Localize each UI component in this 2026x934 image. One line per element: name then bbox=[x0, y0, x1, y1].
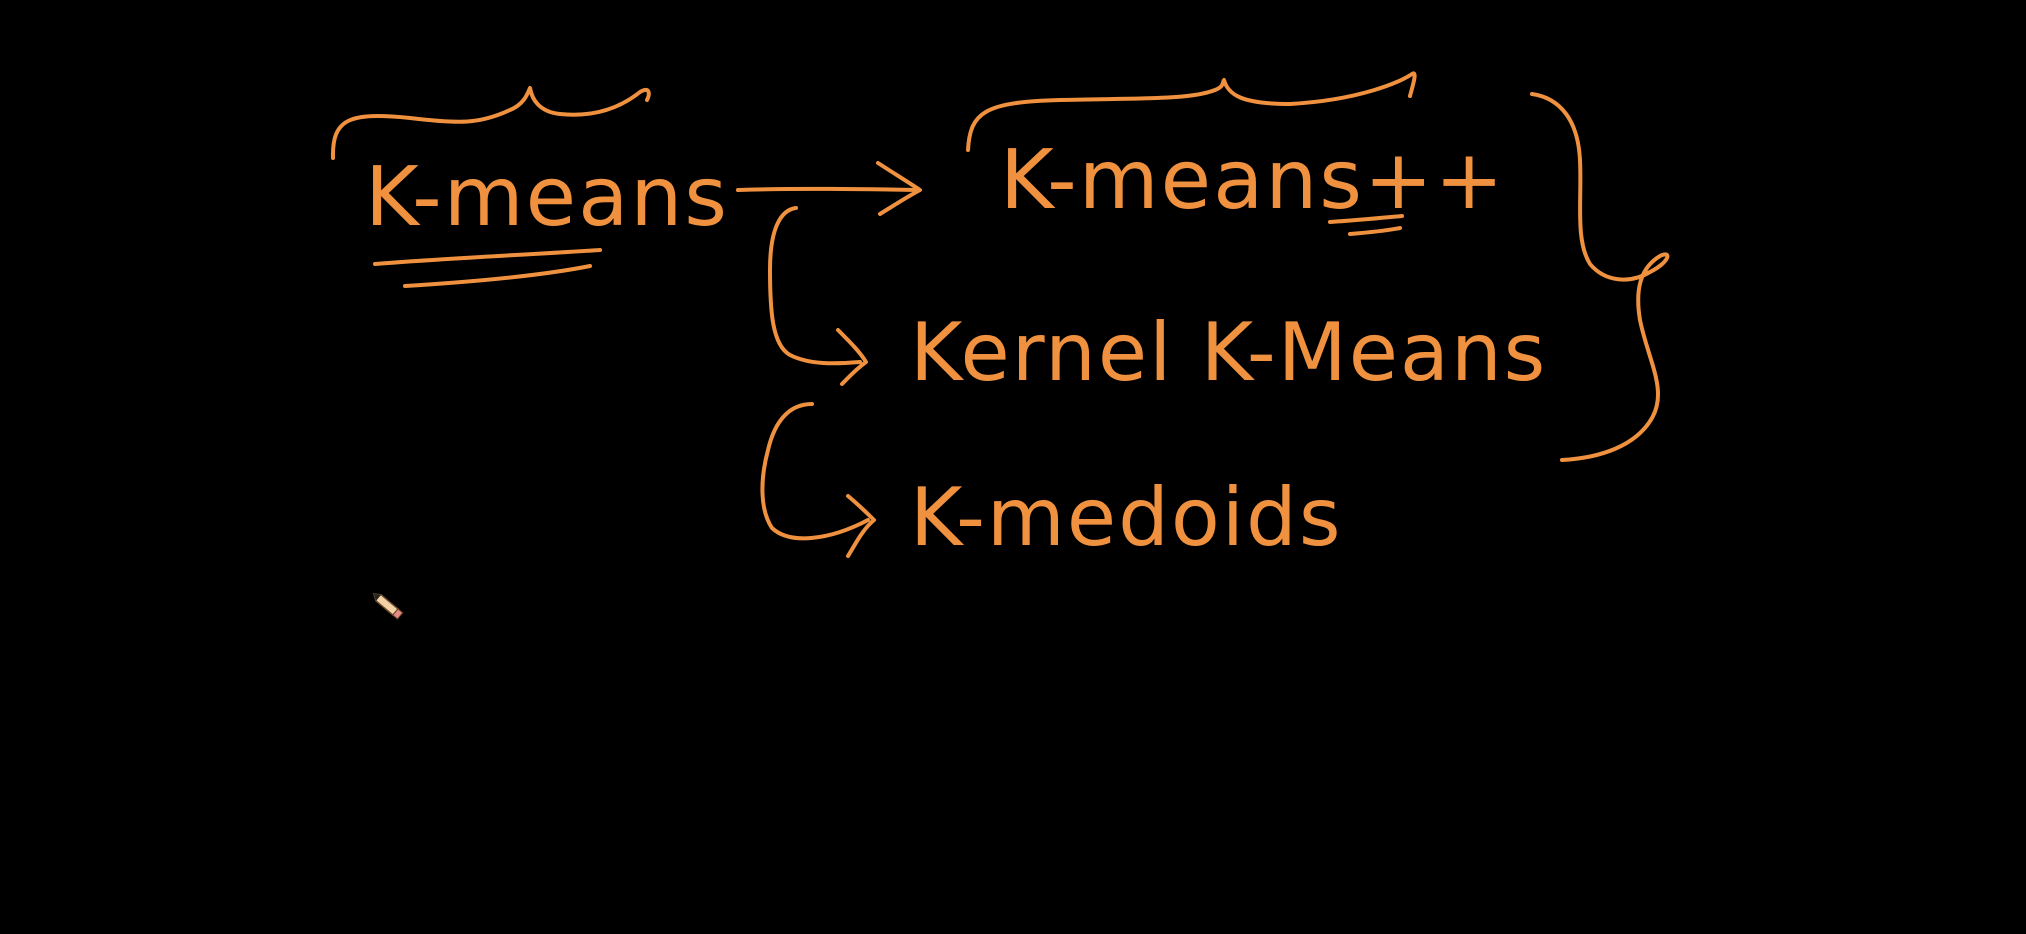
label-kmedoids: K-medoids bbox=[910, 471, 1343, 564]
whiteboard-canvas[interactable]: K-means K-means++ Kernel K-Means K-medoi… bbox=[0, 0, 2026, 934]
label-kmeans: K-means bbox=[365, 150, 729, 245]
underline-kmeans-1 bbox=[373, 248, 602, 266]
arrow-to-kmeans-plusplus bbox=[736, 186, 920, 192]
underline-plusplus-2 bbox=[1348, 226, 1402, 236]
handwritten-diagram: K-means K-means++ Kernel K-Means K-medoi… bbox=[330, 71, 1670, 620]
label-kmeans-plusplus: K-means++ bbox=[1000, 133, 1505, 228]
underline-kmeans-2 bbox=[403, 264, 592, 288]
right-brace-group bbox=[1530, 92, 1670, 462]
arrowhead-kernel bbox=[836, 328, 868, 386]
pencil-cursor-icon bbox=[372, 593, 404, 620]
brace-over-kmeans bbox=[330, 86, 651, 160]
curved-arrow-to-kmedoids bbox=[760, 402, 870, 541]
label-kernel-kmeans: Kernel K-Means bbox=[910, 306, 1547, 399]
